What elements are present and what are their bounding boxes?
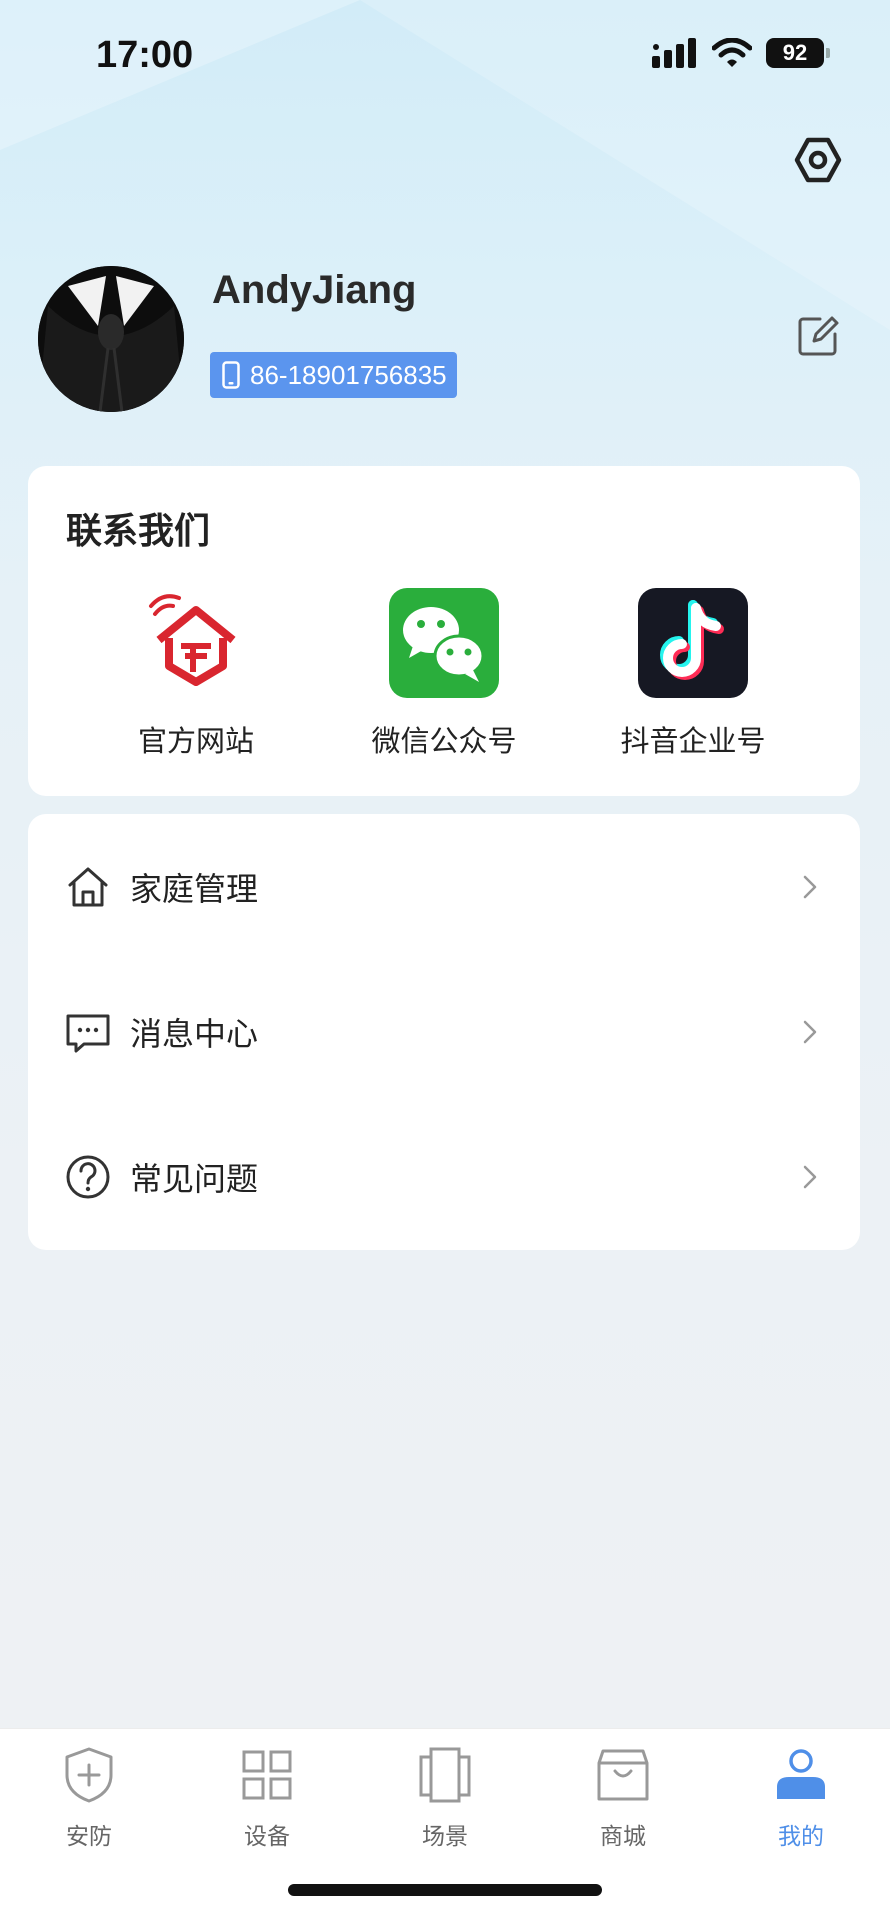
home-icon	[68, 867, 108, 906]
person-icon	[777, 1749, 825, 1799]
phone-badge: 86-18901756835	[210, 352, 457, 398]
status-icons: 92	[652, 38, 830, 68]
contact-title: 联系我们	[66, 511, 211, 552]
tab-label-scenes: 场景	[422, 1824, 468, 1850]
contact-label-douyin: 抖音企业号	[620, 724, 766, 758]
shopping-bag-icon	[597, 1749, 649, 1801]
douyin-icon	[638, 588, 748, 698]
signal-icon	[652, 38, 696, 68]
grid-icon	[242, 1750, 292, 1800]
question-icon	[66, 1155, 110, 1198]
username: AndyJiang	[212, 268, 417, 312]
contact-card: 联系我们 官方网站 微信公众号 抖音企业号	[28, 466, 860, 796]
tab-label-mall: 商城	[600, 1824, 646, 1850]
wifi-icon	[712, 38, 752, 67]
tab-devices[interactable]: 设备	[207, 1743, 327, 1851]
home-indicator	[288, 1884, 602, 1896]
menu-label-faq: 常见问题	[130, 1159, 259, 1198]
tab-security[interactable]: 安防	[29, 1743, 149, 1851]
menu-item-faq[interactable]: 常见问题	[28, 1104, 860, 1249]
tab-label-devices: 设备	[244, 1824, 290, 1850]
shield-icon	[65, 1747, 113, 1803]
battery-icon: 92	[766, 38, 830, 68]
tab-mall[interactable]: 商城	[563, 1743, 683, 1851]
tab-label-security: 安防	[66, 1824, 112, 1850]
contact-label-website: 官方网站	[137, 724, 254, 758]
chevron-right-icon	[803, 875, 817, 898]
edit-profile-button[interactable]	[796, 314, 840, 358]
phone-number: 86-18901756835	[250, 359, 447, 390]
battery-level: 92	[766, 38, 824, 68]
tab-mine[interactable]: 我的	[741, 1743, 861, 1851]
menu-item-message-center[interactable]: 消息中心	[28, 959, 860, 1104]
scene-icon	[419, 1747, 471, 1803]
chevron-right-icon	[803, 1165, 817, 1188]
settings-button[interactable]	[790, 132, 846, 188]
contact-item-douyin[interactable]: 抖音企业号	[583, 588, 803, 760]
contact-item-website[interactable]: 官方网站	[86, 588, 306, 760]
chevron-right-icon	[803, 1020, 817, 1043]
menu-card: 家庭管理 消息中心 常见问题	[28, 814, 860, 1250]
menu-item-home-management[interactable]: 家庭管理	[28, 814, 860, 959]
avatar[interactable]	[38, 266, 184, 412]
contact-label-wechat: 微信公众号	[371, 724, 517, 758]
menu-label-home-management: 家庭管理	[130, 869, 259, 908]
status-time: 17:00	[96, 34, 194, 76]
settings-icon	[794, 137, 842, 183]
menu-label-message-center: 消息中心	[130, 1014, 259, 1053]
tab-label-mine: 我的	[778, 1824, 824, 1850]
wechat-icon	[389, 588, 499, 698]
website-logo-icon	[141, 588, 251, 698]
mobile-phone-icon	[222, 361, 240, 389]
message-icon	[66, 1014, 110, 1052]
tab-scenes[interactable]: 场景	[385, 1743, 505, 1851]
status-bar: 17:00 92	[0, 0, 890, 120]
contact-item-wechat[interactable]: 微信公众号	[334, 588, 554, 760]
edit-icon	[798, 316, 839, 356]
